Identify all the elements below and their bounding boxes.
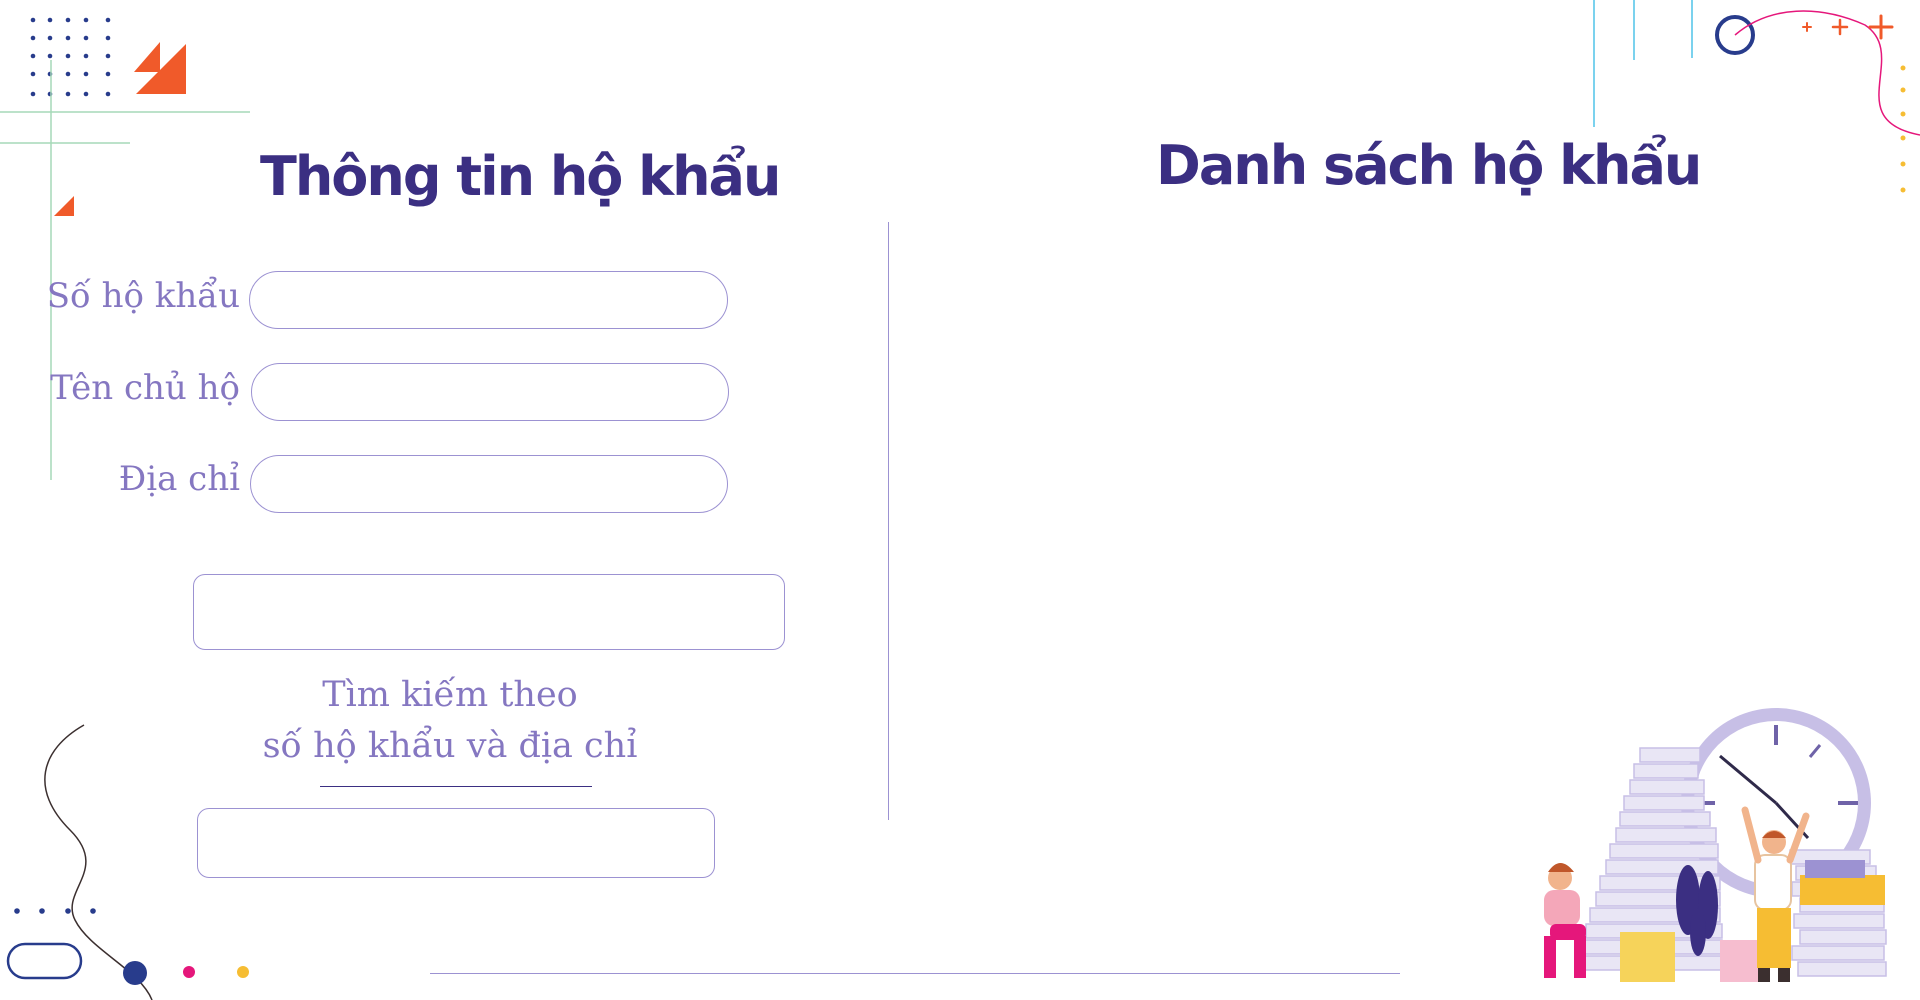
search-caption: Tìm kiếm theo số hộ khẩu và địa chỉ (240, 670, 660, 772)
navy-dot-icon (123, 961, 147, 985)
search-caption-underline (320, 786, 592, 787)
grid-lines (0, 60, 250, 480)
household-number-label: Số hộ khẩu (46, 276, 240, 316)
household-list-title: Danh sách hộ khẩu (1156, 134, 1702, 197)
panel-divider (888, 222, 889, 820)
head-of-household-label: Tên chủ hộ (50, 368, 240, 408)
vertical-lines (1593, 0, 1693, 127)
pill-icon (6, 942, 83, 980)
dot-grid-icon (30, 17, 111, 97)
household-info-title: Thông tin hộ khẩu (260, 145, 781, 208)
household-list (960, 230, 1840, 690)
top-left-decoration (0, 17, 250, 480)
plus-icon (1802, 14, 1894, 40)
submit-button[interactable] (193, 574, 785, 650)
pink-dot-icon (183, 966, 195, 978)
search-caption-line-2: số hộ khẩu và địa chỉ (262, 726, 638, 766)
squiggle-icon (44, 724, 153, 1000)
sitting-person-icon (1544, 863, 1586, 978)
triangle-icon (54, 42, 186, 216)
search-input[interactable] (197, 808, 715, 878)
dot-row-icon (14, 908, 96, 914)
address-label: Địa chỉ (118, 459, 240, 499)
search-caption-line-1: Tìm kiếm theo (322, 675, 578, 715)
bottom-rule (430, 973, 1400, 974)
household-number-input[interactable] (249, 271, 728, 329)
address-input[interactable] (250, 455, 728, 513)
bottom-left-decoration (6, 724, 249, 1000)
head-of-household-input[interactable] (251, 363, 729, 421)
yellow-dot-icon (237, 966, 249, 978)
curve-line (1734, 10, 1920, 136)
paperwork-clock-illustration (1544, 708, 1887, 982)
